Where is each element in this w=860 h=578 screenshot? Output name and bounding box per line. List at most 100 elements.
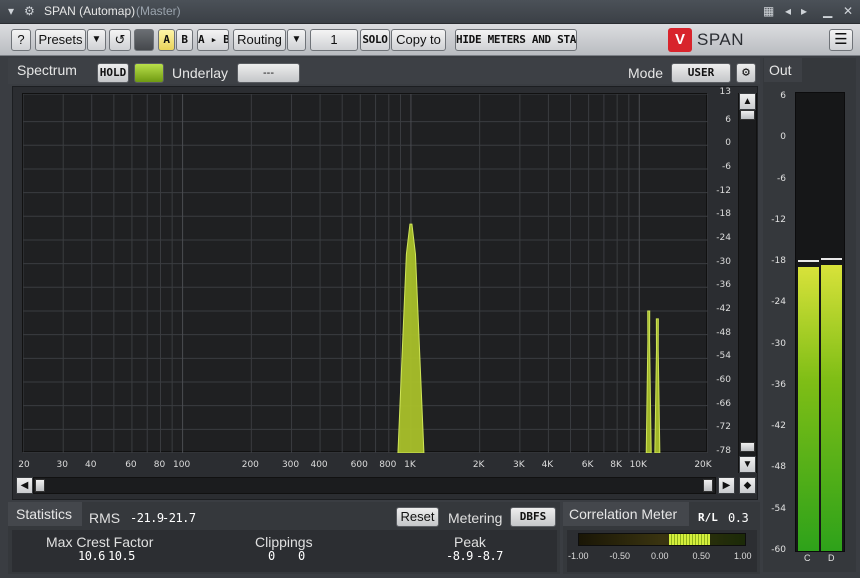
clippings-right-value: 0 — [298, 549, 305, 563]
out-tick-label: -36 — [771, 379, 786, 390]
crest-factor-right-value: 10.5 — [108, 549, 135, 563]
frequency-tick-label: 40 — [85, 460, 97, 470]
out-tick-label: -12 — [771, 214, 786, 225]
underlay-label: Underlay — [172, 65, 229, 81]
slot-a-button[interactable]: A — [158, 29, 175, 51]
vertical-scroll-track[interactable] — [738, 93, 757, 473]
menu-icon[interactable]: ☰ — [829, 29, 853, 51]
spectrum-plot[interactable] — [22, 93, 708, 453]
help-button[interactable]: ? — [11, 29, 31, 51]
correlation-tick-label: -0.50 — [609, 551, 631, 561]
frequency-tick-label: 6K — [581, 460, 594, 470]
collapse-arrow-icon[interactable]: ▾ — [8, 4, 14, 18]
vertical-scroll-thumb-top[interactable] — [740, 110, 755, 120]
peak-label: Peak — [454, 534, 486, 550]
db-tick-label: -6 — [722, 161, 731, 172]
peak-right-value: -8.7 — [476, 549, 503, 563]
channel-selector[interactable]: 1 — [310, 29, 358, 51]
grid-menu-icon[interactable]: ▦ — [763, 4, 774, 18]
window-subtitle: (Master) — [136, 4, 181, 18]
out-tick-label: -54 — [771, 503, 786, 514]
metering-label: Metering — [448, 510, 503, 526]
frequency-tick-label: 4K — [541, 460, 554, 470]
hold-button[interactable]: HOLD — [97, 63, 129, 83]
db-tick-label: -42 — [716, 303, 731, 314]
hold-indicator[interactable] — [134, 63, 164, 83]
frequency-tick-label: 10K — [629, 460, 647, 470]
clippings-label: Clippings — [255, 534, 313, 550]
copy-to-button[interactable]: Copy to — [391, 29, 446, 51]
frequency-tick-label: 200 — [241, 460, 259, 470]
presets-button[interactable]: Presets — [35, 29, 86, 51]
rms-label: RMS — [89, 510, 121, 526]
out-tick-label: 6 — [780, 91, 786, 101]
spectrum-peak — [645, 310, 652, 453]
rms-left-value: -21.9 — [130, 511, 164, 525]
db-tick-label: -54 — [716, 351, 731, 362]
out-tick-label: -30 — [771, 338, 786, 349]
spectrum-title: Spectrum — [17, 62, 77, 78]
horizontal-scroll-thumb-right[interactable] — [703, 479, 713, 492]
horizontal-scroll-track[interactable] — [33, 477, 716, 494]
out-meter-bar-d — [821, 265, 842, 551]
crest-factor-left-value: 10.6 — [78, 549, 105, 563]
correlation-tick-label: 1.00 — [734, 551, 752, 561]
frequency-tick-label: 20K — [694, 460, 712, 470]
next-arrow-icon[interactable]: ▸ — [801, 4, 807, 18]
db-tick-label: -66 — [716, 398, 731, 409]
rl-label: R/L — [698, 511, 718, 524]
correlation-bar — [578, 533, 746, 546]
db-tick-label: -12 — [716, 185, 731, 196]
minimize-icon[interactable]: ▁ — [823, 4, 832, 18]
reset-icon[interactable]: ↺ — [109, 29, 131, 51]
scroll-down-icon[interactable]: ▼ — [739, 456, 756, 473]
spectrum-svg — [23, 94, 708, 453]
routing-button[interactable]: Routing — [233, 29, 286, 51]
db-tick-label: -30 — [716, 256, 731, 267]
peak-left-value: -8.9 — [446, 549, 473, 563]
frequency-tick-label: 3K — [513, 460, 525, 470]
underlay-selector[interactable]: --- — [237, 63, 300, 83]
mode-settings-gear-icon[interactable]: ⚙ — [736, 63, 756, 83]
reset-zoom-icon[interactable]: ◆ — [739, 477, 756, 494]
scroll-up-icon[interactable]: ▲ — [739, 93, 756, 110]
bypass-icon[interactable] — [134, 29, 154, 51]
reset-statistics-button[interactable]: Reset — [396, 507, 439, 527]
slot-b-button[interactable]: B — [176, 29, 193, 51]
out-peak-hold-c — [798, 259, 819, 262]
solo-button[interactable]: SOLO — [360, 29, 390, 51]
db-tick-label: -78 — [716, 446, 731, 456]
db-tick-label: -24 — [716, 232, 731, 243]
metering-selector[interactable]: DBFS — [510, 507, 556, 527]
statistics-title: Statistics — [16, 506, 73, 522]
out-tick-label: -60 — [771, 545, 786, 555]
spectrum-peak — [654, 318, 661, 453]
frequency-tick-label: 80 — [153, 460, 166, 470]
frequency-tick-label: 8K — [610, 460, 622, 470]
frequency-tick-label: 100 — [173, 460, 191, 470]
mode-selector[interactable]: USER — [671, 63, 731, 83]
frequency-tick-label: 600 — [350, 460, 368, 470]
out-tick-label: -42 — [771, 421, 786, 432]
brand-logo: V — [668, 28, 692, 52]
frequency-tick-label: 30 — [56, 460, 68, 470]
copy-a-to-b-button[interactable]: A ▸ B — [197, 29, 229, 51]
vertical-scroll-thumb-bottom[interactable] — [740, 442, 755, 452]
db-tick-label: -72 — [716, 422, 731, 433]
spectrum-peak — [397, 223, 425, 453]
out-tick-label: -18 — [771, 256, 786, 267]
routing-dropdown-icon[interactable]: ▼ — [287, 29, 306, 51]
horizontal-scroll-thumb-left[interactable] — [35, 479, 45, 492]
gear-icon[interactable]: ⚙ — [24, 4, 35, 18]
previous-arrow-icon[interactable]: ◂ — [785, 4, 791, 18]
close-icon[interactable]: ✕ — [843, 4, 853, 18]
scroll-left-icon[interactable]: ◀ — [16, 477, 33, 494]
title-bar: ▾ ⚙ SPAN (Automap) (Master) ▦ ◂ ▸ ▁ ✕ — [0, 0, 860, 24]
hide-meters-button[interactable]: HIDE METERS AND STATS — [455, 29, 577, 51]
window-title: SPAN (Automap) — [44, 4, 136, 18]
presets-dropdown-icon[interactable]: ▼ — [87, 29, 106, 51]
frequency-tick-label: 20 — [18, 460, 30, 470]
scroll-right-icon[interactable]: ▶ — [718, 477, 735, 494]
mode-label: Mode — [628, 65, 664, 81]
brand-name: SPAN — [697, 30, 745, 49]
